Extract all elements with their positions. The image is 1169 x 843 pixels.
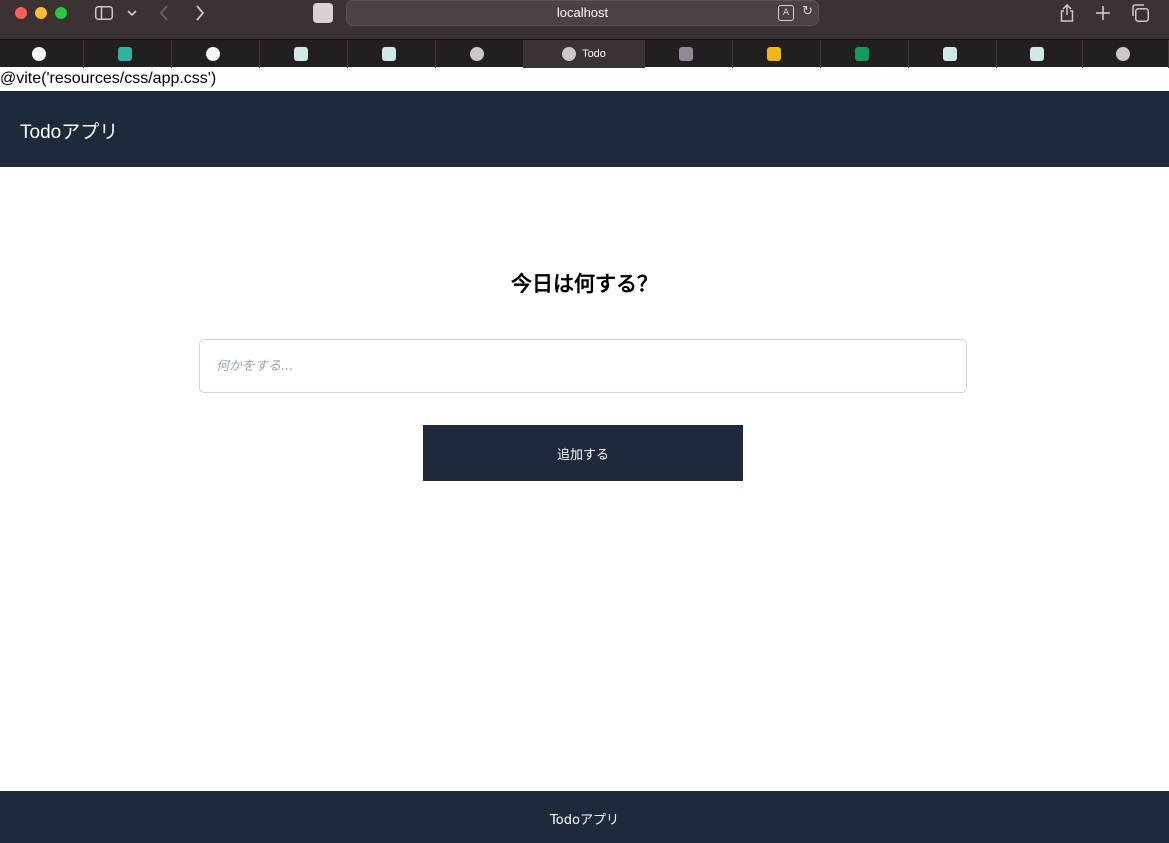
todo-input[interactable] bbox=[199, 339, 967, 393]
browser-tab[interactable] bbox=[909, 40, 997, 68]
sheets-icon bbox=[854, 47, 869, 61]
page-title: 今日は何する？ bbox=[511, 272, 658, 296]
zoom-window-button[interactable] bbox=[55, 7, 67, 19]
app-footer: Todoアプリ bbox=[0, 791, 1169, 843]
browser-tab[interactable] bbox=[821, 40, 909, 68]
chevron-down-icon[interactable] bbox=[124, 0, 140, 26]
image-icon bbox=[1029, 47, 1044, 61]
browser-tab[interactable] bbox=[997, 40, 1083, 68]
image-icon bbox=[293, 47, 308, 61]
tab-overview-icon[interactable] bbox=[1130, 0, 1150, 26]
vite-directive-text: @vite('resources/css/app.css') bbox=[0, 70, 217, 87]
browser-tab[interactable] bbox=[260, 40, 348, 68]
browser-tab[interactable] bbox=[0, 40, 84, 68]
elephant-icon bbox=[1115, 47, 1130, 61]
footer-text: Todoアプリ bbox=[550, 813, 619, 828]
translate-icon[interactable]: A bbox=[778, 5, 794, 21]
elephant-icon bbox=[562, 47, 577, 61]
app-header: Todoアプリ bbox=[0, 91, 1169, 167]
add-todo-button[interactable]: 追加する bbox=[423, 425, 743, 481]
minimize-window-button[interactable] bbox=[35, 7, 47, 19]
tab-bar: Todo bbox=[0, 39, 1169, 68]
browser-tab[interactable] bbox=[172, 40, 260, 68]
close-window-button[interactable] bbox=[15, 7, 27, 19]
forward-arrow-icon[interactable] bbox=[190, 0, 210, 26]
back-arrow-icon[interactable] bbox=[154, 0, 174, 26]
image-icon bbox=[942, 47, 957, 61]
reload-icon[interactable]: ↻ bbox=[802, 4, 813, 19]
image-icon bbox=[381, 47, 396, 61]
browser-tab[interactable] bbox=[436, 40, 524, 68]
app-brand[interactable]: Todoアプリ bbox=[20, 117, 118, 144]
browser-tab[interactable] bbox=[645, 40, 733, 68]
browser-tab[interactable] bbox=[84, 40, 172, 68]
url-text: localhost bbox=[556, 5, 609, 20]
app-icon bbox=[117, 47, 132, 61]
drive-icon bbox=[766, 47, 781, 61]
browser-tab[interactable]: Todo bbox=[524, 40, 645, 68]
address-bar[interactable]: localhost A ↻ bbox=[346, 0, 819, 26]
sidebar-toggle-icon[interactable] bbox=[92, 0, 116, 26]
browser-tab-title: Todo bbox=[582, 48, 606, 60]
browser-tab[interactable] bbox=[1083, 40, 1169, 68]
github-icon bbox=[205, 47, 220, 61]
e-icon bbox=[678, 47, 693, 61]
browser-toolbar: localhost A ↻ bbox=[0, 0, 1169, 39]
extension-icon[interactable] bbox=[313, 3, 333, 23]
share-icon[interactable] bbox=[1057, 0, 1077, 26]
browser-tab[interactable] bbox=[733, 40, 821, 68]
github-icon bbox=[31, 47, 46, 61]
browser-tab[interactable] bbox=[348, 40, 436, 68]
elephant-icon bbox=[469, 47, 484, 61]
new-tab-icon[interactable] bbox=[1093, 0, 1113, 26]
